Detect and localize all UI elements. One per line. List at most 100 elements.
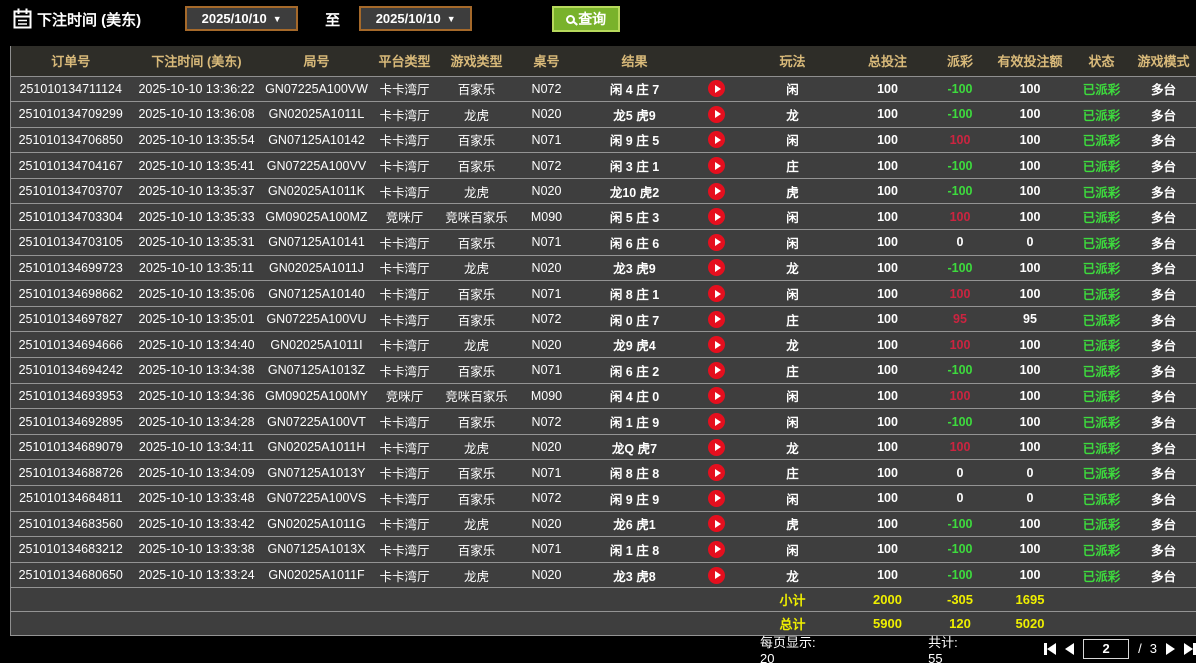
play-icon[interactable] (708, 233, 725, 251)
next-page-button[interactable] (1166, 642, 1175, 655)
platform-type-cell: 竞咪厅 (370, 203, 439, 231)
platform-type-cell: 卡卡湾厅 (370, 459, 439, 486)
play-icon[interactable] (708, 208, 725, 226)
bet-method-cell: 闲 (742, 408, 843, 435)
play-icon[interactable] (708, 157, 725, 175)
table-row: 251010134684811 2025-10-10 13:33:48 GN07… (10, 485, 1196, 512)
payout-cell: -100 (932, 101, 988, 128)
valid-bet-cell: 100 (987, 357, 1073, 384)
bet-time-cell: 2025-10-10 13:34:09 (130, 459, 263, 486)
payout-cell: -100 (932, 408, 988, 435)
order-no-cell: 251010134699723 (10, 255, 131, 282)
play-icon[interactable] (708, 310, 725, 328)
result-cell: 龙9 虎4 (578, 331, 691, 359)
game-type-cell: 龙虎 (438, 255, 515, 282)
play-icon[interactable] (708, 361, 725, 379)
round-no-cell: GN02025A1011F (262, 562, 371, 589)
table-row: 251010134689079 2025-10-10 13:34:11 GN02… (10, 434, 1196, 461)
bet-method-cell: 闲 (742, 127, 843, 154)
play-icon[interactable] (708, 131, 725, 149)
play-icon[interactable] (708, 105, 725, 123)
table-row: 251010134683212 2025-10-10 13:33:38 GN07… (10, 536, 1196, 563)
play-icon[interactable] (708, 182, 725, 200)
order-no-cell: 251010134698662 (10, 280, 131, 307)
valid-bet-cell: 100 (987, 152, 1073, 179)
result-cell: 闲 4 庄 7 (578, 76, 691, 103)
date-to-picker[interactable]: 2025/10/10 ▼ (359, 6, 473, 31)
platform-type-cell: 卡卡湾厅 (370, 485, 439, 512)
play-icon[interactable] (708, 566, 725, 584)
result-cell: 龙5 虎9 (578, 101, 691, 128)
order-no-cell: 251010134683212 (10, 536, 131, 563)
table-no-cell: N072 (514, 152, 579, 179)
bet-method-cell: 虎 (742, 178, 843, 205)
bet-time-cell: 2025-10-10 13:34:38 (130, 357, 263, 384)
platform-type-cell: 卡卡湾厅 (370, 357, 439, 384)
table-no-cell: N071 (514, 229, 579, 256)
round-no-cell: GN07125A1013Z (262, 357, 371, 384)
play-icon[interactable] (708, 80, 725, 98)
replay-cell (690, 459, 743, 486)
round-no-cell: GN07225A100VW (262, 76, 371, 103)
play-icon[interactable] (708, 336, 725, 354)
result-cell: 闲 8 庄 1 (578, 280, 691, 307)
game-mode-cell: 多台 (1130, 229, 1196, 256)
table-row: 251010134703304 2025-10-10 13:35:33 GM09… (10, 203, 1196, 231)
play-icon[interactable] (708, 464, 725, 482)
total-bet-cell: 100 (842, 562, 933, 589)
query-button[interactable]: 查询 (552, 6, 621, 32)
platform-type-cell: 卡卡湾厅 (370, 76, 439, 103)
page-number-input[interactable] (1083, 638, 1130, 659)
prev-page-icon (1065, 642, 1075, 655)
bet-time-cell: 2025-10-10 13:35:11 (130, 255, 263, 282)
replay-cell (690, 280, 743, 307)
replay-cell (690, 152, 743, 179)
game-type-cell: 百家乐 (438, 152, 515, 179)
order-no-cell: 251010134694242 (10, 357, 131, 384)
game-type-cell: 百家乐 (438, 76, 515, 103)
table-row: 251010134703707 2025-10-10 13:35:37 GN02… (10, 178, 1196, 205)
play-icon[interactable] (708, 515, 725, 533)
table-no-cell: N072 (514, 76, 579, 103)
filter-bar: 下注时间 (美东) 2025/10/10 ▼ 至 2025/10/10 ▼ 查询 (0, 0, 1196, 46)
chevron-down-icon: ▼ (272, 13, 282, 24)
play-icon[interactable] (708, 259, 725, 277)
play-icon[interactable] (708, 387, 725, 405)
total-bet-cell: 100 (842, 229, 933, 256)
prev-page-button[interactable] (1065, 642, 1075, 655)
bet-time-cell: 2025-10-10 13:33:48 (130, 485, 263, 512)
table-no-cell: N071 (514, 357, 579, 384)
game-mode-cell: 多台 (1130, 127, 1196, 154)
payout-cell: -100 (932, 357, 988, 384)
play-icon[interactable] (708, 413, 725, 431)
col-valid-bet: 有效投注额 (987, 46, 1073, 77)
play-icon[interactable] (708, 438, 725, 456)
payout-cell: -100 (932, 562, 988, 589)
total-bet-cell: 100 (842, 331, 933, 359)
play-icon[interactable] (708, 285, 725, 303)
round-no-cell: GN07125A10142 (262, 127, 371, 154)
round-no-cell: GM09025A100MY (262, 383, 371, 410)
replay-cell (690, 408, 743, 435)
bet-method-cell: 龙 (742, 331, 843, 359)
status-cell: 已派彩 (1072, 408, 1131, 435)
valid-bet-cell: 100 (987, 178, 1073, 205)
platform-type-cell: 卡卡湾厅 (370, 331, 439, 359)
page-total-text: / 3 (1138, 641, 1157, 657)
bet-time-cell: 2025-10-10 13:34:36 (130, 383, 263, 410)
last-page-button[interactable] (1184, 642, 1196, 655)
table-row: 251010134704167 2025-10-10 13:35:41 GN07… (10, 152, 1196, 179)
play-icon[interactable] (708, 540, 725, 558)
result-cell: 闲 1 庄 8 (578, 536, 691, 563)
bet-method-cell: 闲 (742, 203, 843, 231)
game-type-cell: 竞咪百家乐 (438, 383, 515, 410)
payout-cell: 95 (932, 306, 988, 333)
date-from-picker[interactable]: 2025/10/10 ▼ (185, 6, 299, 31)
table-row: 251010134703105 2025-10-10 13:35:31 GN07… (10, 229, 1196, 256)
result-cell: 龙3 虎9 (578, 255, 691, 282)
bet-method-cell: 闲 (742, 536, 843, 563)
play-icon[interactable] (708, 489, 725, 507)
game-mode-cell: 多台 (1130, 76, 1196, 103)
first-page-button[interactable] (1044, 642, 1057, 655)
order-no-cell: 251010134694666 (10, 331, 131, 359)
